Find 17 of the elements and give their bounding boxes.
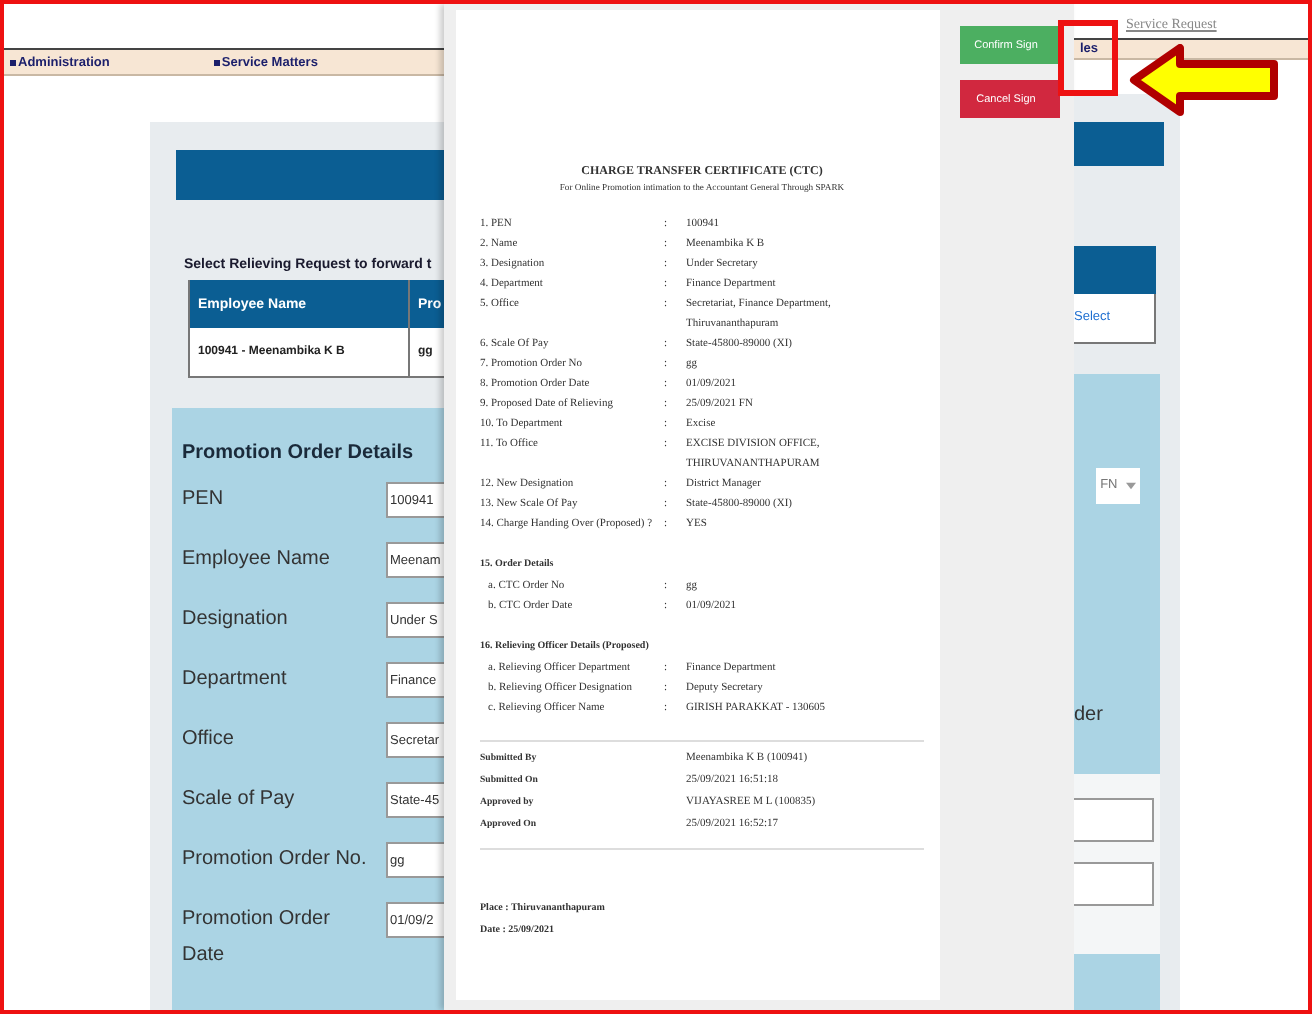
- arrow-icon: [1128, 44, 1280, 116]
- input-field[interactable]: [1074, 861, 1154, 906]
- field-label: Scale of Pay: [182, 786, 297, 814]
- form-title: Promotion Order Details: [182, 442, 416, 464]
- caret-icon: [1125, 481, 1136, 490]
- field-label: PEN: [182, 486, 226, 514]
- field-label: Department: [182, 666, 289, 694]
- field-label: Designation: [182, 606, 290, 634]
- header-bar: [1074, 121, 1164, 166]
- highlight-box: [1058, 20, 1118, 96]
- field-label: der: [1074, 703, 1105, 726]
- field-label: Promotion Order Date: [182, 906, 332, 970]
- table-header: [1074, 245, 1156, 294]
- input-field[interactable]: [1074, 797, 1154, 842]
- field-label: Employee Name: [182, 546, 332, 574]
- field-label: Office: [182, 726, 236, 754]
- field-label: Promotion Order No.: [182, 846, 369, 874]
